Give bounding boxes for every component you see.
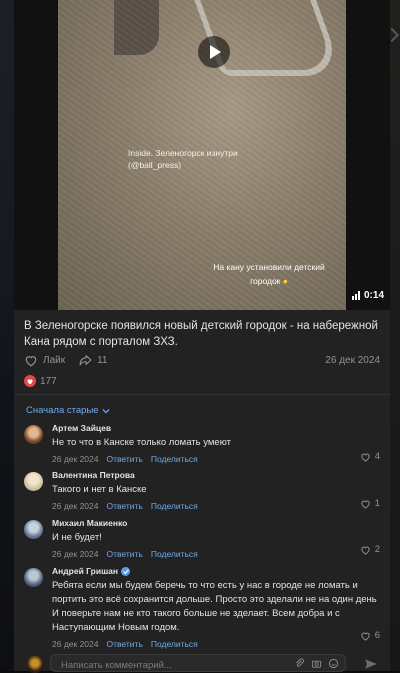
comment-item: Андрей Гришан Ребята если мы будем береч…	[24, 566, 380, 649]
verified-badge-icon	[121, 567, 131, 576]
heart-outline-icon	[361, 453, 370, 462]
chevron-down-icon	[101, 408, 110, 413]
comment-date: 26 дек 2024	[52, 639, 99, 649]
comment-like-count: 6	[374, 630, 380, 641]
playground-structure	[114, 0, 159, 55]
avatar[interactable]	[24, 568, 43, 587]
comment-text: И не будет!	[52, 532, 102, 543]
share-button[interactable]: 11	[79, 354, 107, 366]
comment-date: 26 дек 2024	[52, 501, 99, 511]
comment-author[interactable]: Михаил Макиенко	[52, 518, 380, 529]
comment-item: Михаил Макиенко И не будет! 26 дек 2024 …	[24, 518, 380, 559]
comment-like-button[interactable]: 4	[360, 451, 380, 462]
comment-date: 26 дек 2024	[52, 454, 99, 464]
watermark-line-2: (@ball_press)	[128, 160, 182, 170]
reply-link[interactable]: Ответить	[107, 549, 143, 559]
avatar[interactable]	[24, 520, 43, 539]
comment-text: Не то что в Канске только ломать умеют	[52, 437, 231, 448]
share-link[interactable]: Поделиться	[151, 549, 198, 559]
sort-older-first[interactable]: Сначала старые	[26, 405, 110, 416]
comment-input[interactable]	[51, 657, 281, 671]
volume-icon	[351, 291, 360, 300]
post-text: В Зеленогорске появился новый детский го…	[24, 320, 378, 348]
smile-emoji-icon: ●	[282, 276, 288, 286]
avatar[interactable]	[24, 425, 43, 444]
comment-item: Артем Зайцев Не то что в Канске только л…	[24, 423, 380, 464]
avatar[interactable]	[24, 472, 43, 491]
heart-outline-icon	[361, 500, 370, 509]
comment-meta: 26 дек 2024 Ответить Поделиться	[52, 501, 380, 511]
share-link[interactable]: Поделиться	[151, 639, 198, 649]
heart-outline-icon	[361, 546, 370, 555]
caption-line-2: городок	[250, 276, 281, 286]
video-duration: 0:14	[351, 290, 384, 301]
comment-author[interactable]: Артем Зайцев	[52, 423, 380, 434]
comment-item: Валентина Петрова Такого и нет в Канске …	[24, 470, 380, 511]
comment-like-button[interactable]: 6	[360, 630, 380, 641]
caption-line-1: На кану установили детский	[213, 262, 325, 272]
post-card: Inside. Зеленогорск изнутри (@ball_press…	[14, 0, 390, 673]
video-player[interactable]: Inside. Зеленогорск изнутри (@ball_press…	[14, 0, 390, 310]
reactions-summary[interactable]: 177	[24, 375, 57, 387]
heart-outline-icon	[25, 355, 37, 366]
heart-outline-icon	[361, 632, 370, 641]
divider	[14, 394, 390, 395]
watermark-line-1: Inside. Зеленогорск изнутри	[128, 148, 238, 158]
reply-link[interactable]: Ответить	[107, 639, 143, 649]
reply-link[interactable]: Ответить	[107, 454, 143, 464]
video-watermark: Inside. Зеленогорск изнутри (@ball_press…	[128, 147, 238, 171]
comment-date: 26 дек 2024	[52, 549, 99, 559]
share-link[interactable]: Поделиться	[151, 454, 198, 464]
camera-icon[interactable]	[311, 658, 322, 669]
reactions-count: 177	[40, 375, 57, 387]
comment-author[interactable]: Валентина Петрова	[52, 470, 380, 481]
like-button[interactable]: Лайк	[24, 354, 65, 367]
current-user-avatar[interactable]	[26, 655, 44, 673]
post-date: 26 дек 2024	[325, 354, 380, 366]
comment-like-count: 4	[374, 451, 380, 462]
comment-like-button[interactable]: 1	[360, 498, 380, 509]
play-button[interactable]	[198, 36, 230, 68]
share-arrow-icon	[79, 355, 92, 366]
paperclip-icon[interactable]	[294, 658, 305, 669]
like-label: Лайк	[43, 354, 66, 366]
share-count: 11	[97, 354, 108, 366]
emoji-icon[interactable]	[328, 658, 339, 669]
reply-link[interactable]: Ответить	[107, 501, 143, 511]
sort-label: Сначала старые	[26, 405, 99, 416]
video-caption: На кану установили детский городок ●	[204, 260, 334, 288]
heart-reaction-icon	[24, 375, 36, 387]
comment-text: Такого и нет в Канске	[52, 484, 147, 495]
comment-input-box[interactable]	[50, 654, 346, 672]
comment-composer	[14, 652, 390, 673]
comment-meta: 26 дек 2024 Ответить Поделиться	[52, 454, 380, 464]
comment-text: Ребята если мы будем беречь то что есть …	[52, 580, 377, 633]
comment-author[interactable]: Андрей Гришан	[52, 566, 380, 577]
comment-meta: 26 дек 2024 Ответить Поделиться	[52, 549, 380, 559]
comment-like-count: 2	[374, 544, 380, 555]
comment-like-count: 1	[374, 498, 380, 509]
send-icon[interactable]	[364, 658, 378, 670]
comment-like-button[interactable]: 2	[360, 544, 380, 555]
duration-label: 0:14	[363, 290, 384, 301]
background-feed-left	[0, 0, 14, 671]
share-link[interactable]: Поделиться	[151, 501, 198, 511]
post-actions: Лайк 11 26 дек 2024	[24, 352, 380, 368]
comment-meta: 26 дек 2024 Ответить Поделиться	[52, 639, 380, 649]
